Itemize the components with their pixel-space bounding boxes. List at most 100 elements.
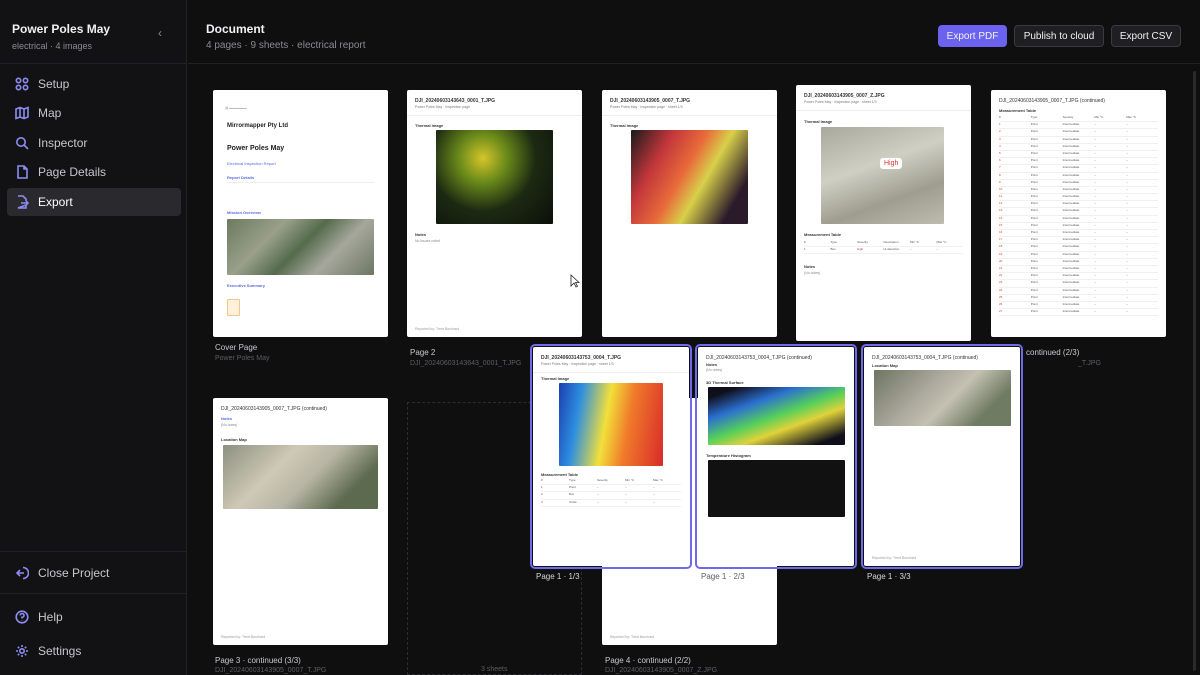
page-file-name: DJI_20240603143753_0004_T.JPG (continued… <box>706 355 812 361</box>
page-table-continued[interactable]: DJI_20240603143905_0007_T.JPG (continued… <box>991 90 1166 337</box>
header: Document 4 pages · 9 sheets · electrical… <box>188 0 1200 64</box>
help-button[interactable]: Help <box>7 603 181 631</box>
page-footer: Reported by: Trent Borchard <box>415 327 460 331</box>
page-thermal-markers[interactable]: DJI_20240603143905_0007_T.JPG Power Pole… <box>602 90 777 337</box>
page-title: Document <box>206 22 265 36</box>
sidebar-item-page-details[interactable]: Page Details <box>7 158 181 186</box>
page-caption: Cover Page <box>215 343 258 352</box>
collapse-sidebar-icon[interactable]: ‹ <box>158 26 162 40</box>
notes-heading: Notes <box>221 416 233 421</box>
visual-image <box>821 127 944 224</box>
page-caption-sub: DJI_20240603143643_0001_T.JPG <box>410 360 522 367</box>
page-caption: Page 2 <box>410 348 436 357</box>
thermal-image-with-markers <box>631 130 748 224</box>
notes-heading: Notes <box>706 362 718 367</box>
location-map-heading: Location Map <box>872 363 898 368</box>
project-name: Power Poles May <box>12 22 111 36</box>
thermal-heading: Thermal Image <box>610 123 639 128</box>
close-project-button[interactable]: Close Project <box>7 559 181 587</box>
surface-heading: 3D Thermal Surface <box>706 380 744 385</box>
divider <box>533 372 689 373</box>
drop-placeholder-label: 3 sheets <box>481 666 508 673</box>
histogram-heading: Temperature Histogram <box>706 453 751 458</box>
page-footer: Reported by: Trent Borchard <box>221 635 266 639</box>
notes-text: (No notes) <box>804 271 821 275</box>
page-file-name: DJI_20240603143905_0007_T.JPG (continued… <box>221 406 327 412</box>
search-icon <box>15 136 29 150</box>
page-subtitle: 4 pages · 9 sheets · electrical report <box>206 40 366 51</box>
sidebar-item-label: Page Details <box>38 165 107 179</box>
page-subtitle: Power Poles May · Inspection page · shee… <box>804 100 877 104</box>
measurement-table: # Type Severity Min °C Max °C 1 Point – – – 2 Box… <box>541 478 681 507</box>
notes-text: (No notes) <box>221 423 238 427</box>
report-details-heading: Report Details <box>227 175 255 180</box>
page-file-name: DJI_20240603143753_0004_T.JPG (continued… <box>872 355 978 361</box>
page-caption-sub: _T.JPG <box>1078 360 1101 367</box>
selected-sheet-1[interactable]: DJI_20240603143753_0004_T.JPG Power Pole… <box>530 344 692 569</box>
sidebar-item-setup[interactable]: Setup <box>7 70 181 98</box>
project-header: Power Poles May electrical · 4 images <box>12 22 110 51</box>
thermal-image <box>559 383 663 466</box>
divider <box>0 63 187 64</box>
selected-sheet-2[interactable]: DJI_20240603143753_0004_T.JPG (continued… <box>695 344 857 569</box>
page-cover[interactable]: ▦ ▬▬▬▬▬ Mirrormapper Pty Ltd Power Poles… <box>213 90 388 337</box>
sidebar-item-export[interactable]: Export <box>7 188 181 216</box>
divider <box>407 115 582 116</box>
close-project-label: Close Project <box>38 566 110 580</box>
app: Power Poles May electrical · 4 images ‹ … <box>0 0 1200 675</box>
selected-caption: Page 1 · 2/3 <box>701 572 745 581</box>
page-file-name: DJI_20240603143643_0001_T.JPG <box>415 98 496 104</box>
thermal-heading: Thermal Image <box>541 376 570 381</box>
page-subtitle: Power Poles May · Inspection page · shee… <box>610 105 683 109</box>
document-canvas: ▦ ▬▬▬▬▬ Mirrormapper Pty Ltd Power Poles… <box>188 65 1200 675</box>
page-2[interactable]: DJI_20240603143643_0001_T.JPG Power Pole… <box>407 90 582 337</box>
sidebar-item-map[interactable]: Map <box>7 99 181 127</box>
executive-summary-heading: Executive Summary <box>227 283 266 288</box>
page-subtitle: Power Poles May · Inspection page · shee… <box>541 362 614 366</box>
notes-heading: Notes <box>415 232 427 237</box>
thermal-heading: Thermal Image <box>415 123 444 128</box>
table-heading: Measurement Table <box>804 232 842 237</box>
table-heading: Measurement Table <box>541 472 579 477</box>
page-caption-sub: Power Poles May <box>215 355 270 362</box>
settings-label: Settings <box>38 644 82 658</box>
location-map-image <box>874 370 1011 426</box>
measurement-table: # Type Severity Description Min °C Max °C 1 Bo… <box>804 240 963 255</box>
notes-text: No issues noted <box>415 239 441 243</box>
sidebar-item-label: Export <box>38 195 73 209</box>
selected-sheet-3[interactable]: DJI_20240603143753_0004_T.JPG (continued… <box>861 344 1023 569</box>
export-csv-button[interactable]: Export CSV <box>1111 25 1181 47</box>
page-caption: Page 4 · continued (2/2) <box>605 656 691 665</box>
project-subtitle: electrical · 4 images <box>12 41 93 51</box>
divider <box>0 593 187 594</box>
sign-out-icon <box>15 566 30 580</box>
scrollbar[interactable] <box>1193 71 1196 671</box>
page-caption: continued (2/3) <box>1026 348 1080 357</box>
publish-to-cloud-button[interactable]: Publish to cloud <box>1014 25 1104 47</box>
notes-heading: Notes <box>804 264 816 269</box>
cover-subtitle: Electrical Inspection Report <box>227 161 276 166</box>
settings-button[interactable]: Settings <box>7 637 181 665</box>
sidebar-item-label: Inspector <box>38 136 88 150</box>
map-icon <box>15 106 29 120</box>
sidebar-item-inspector[interactable]: Inspector <box>7 129 181 157</box>
severity-high-badge: High <box>880 158 903 169</box>
help-icon <box>15 610 29 624</box>
page-caption: Page 3 · continued (3/3) <box>215 656 301 665</box>
export-pdf-button[interactable]: Export PDF <box>938 25 1007 47</box>
divider <box>227 182 374 183</box>
logo-watermark: ▦ ▬▬▬▬▬ <box>225 106 247 110</box>
document-icon <box>15 165 29 179</box>
thermal-image <box>436 130 553 224</box>
sidebar: Power Poles May electrical · 4 images ‹ … <box>0 0 187 675</box>
thermal-heading: Thermal Image <box>804 119 833 124</box>
aerial-map-image <box>227 219 374 275</box>
mission-overview-heading: Mission Overview <box>227 210 261 215</box>
selected-caption: Page 1 · 1/3 <box>536 572 580 581</box>
page-file-name: DJI_20240603143905_0007_Z.JPG <box>804 93 885 99</box>
page-location-continued[interactable]: DJI_20240603143905_0007_T.JPG (continued… <box>213 398 388 645</box>
page-visual-finding[interactable]: DJI_20240603143905_0007_Z.JPG Power Pole… <box>796 85 971 341</box>
mouse-cursor-icon <box>570 274 580 288</box>
sidebar-item-label: Map <box>38 106 62 120</box>
cover-company: Mirrormapper Pty Ltd <box>227 123 289 129</box>
